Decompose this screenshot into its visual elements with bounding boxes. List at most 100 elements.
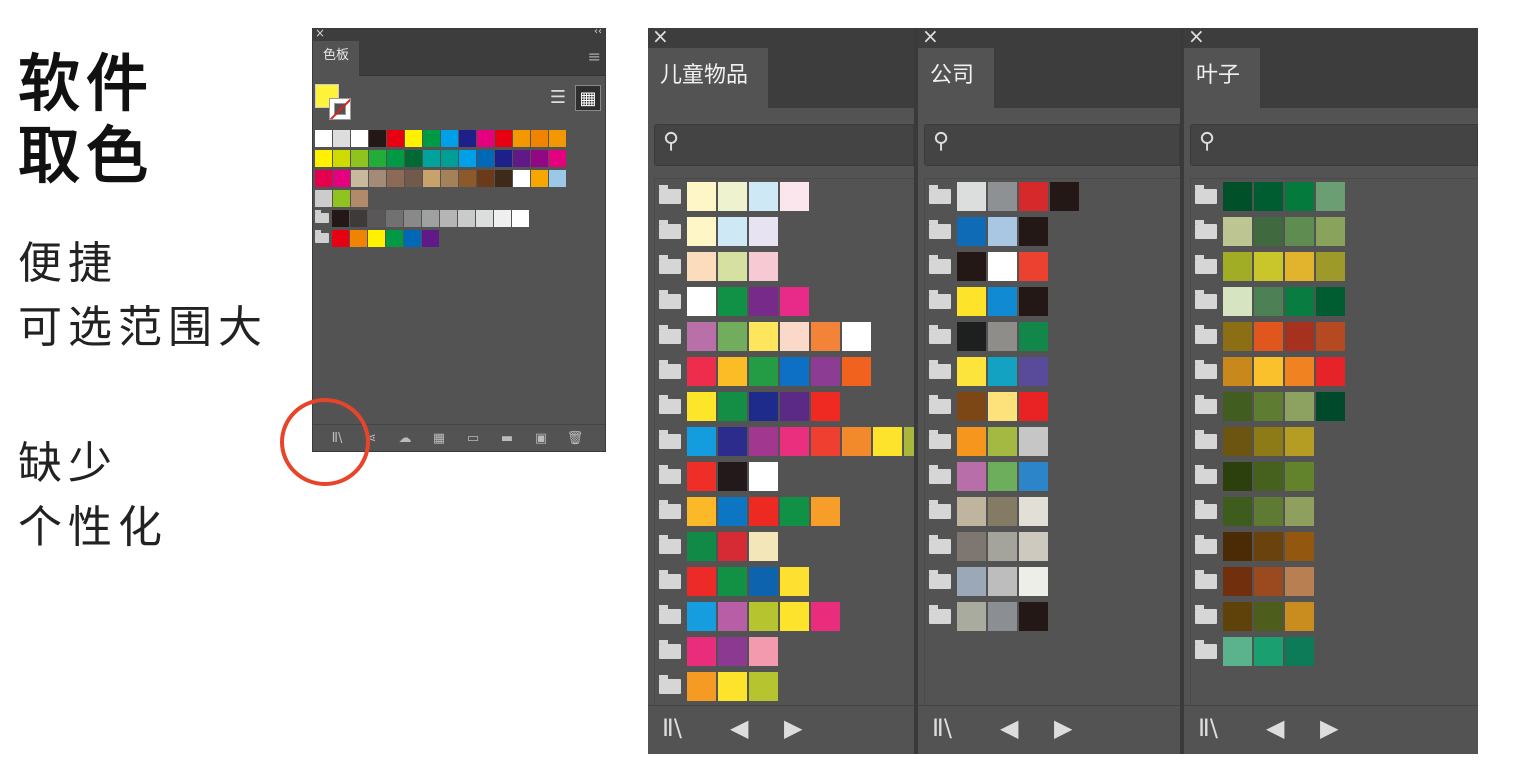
color-swatch[interactable] [1019,321,1048,351]
color-swatch[interactable] [1019,496,1048,526]
color-swatch[interactable] [957,496,986,526]
color-group[interactable] [1191,566,1316,596]
color-swatch[interactable] [749,461,778,491]
swatch[interactable] [513,149,530,167]
color-group[interactable] [1191,461,1316,491]
folder-icon[interactable] [929,429,951,449]
swatch[interactable] [350,209,367,227]
color-group[interactable] [1191,636,1316,666]
swatch[interactable] [405,169,422,187]
color-swatch[interactable] [718,356,747,386]
folder-icon[interactable] [315,210,329,223]
color-swatch[interactable] [749,251,778,281]
color-group[interactable] [655,566,811,596]
color-swatch[interactable] [1254,286,1283,316]
folder-icon[interactable] [929,254,951,274]
folder-icon[interactable] [659,674,681,694]
swatch[interactable] [350,229,367,247]
color-swatch[interactable] [1285,181,1314,211]
color-swatch[interactable] [718,251,747,281]
color-group[interactable] [655,181,811,211]
color-group[interactable] [655,601,842,631]
library-menu-icon[interactable]: Ⅱ\ [662,714,682,742]
folder-icon[interactable] [929,499,951,519]
color-swatch[interactable] [749,671,778,701]
panel-menu-icon[interactable]: ≡ [588,47,601,66]
swatch[interactable] [351,129,368,147]
color-swatch[interactable] [718,391,747,421]
folder-icon[interactable] [1195,184,1217,204]
color-swatch[interactable] [749,356,778,386]
color-swatch[interactable] [1223,286,1252,316]
folder-icon[interactable] [1195,359,1217,379]
folder-icon[interactable] [1195,569,1217,589]
swatch[interactable] [495,129,512,147]
color-group[interactable] [655,461,780,491]
color-swatch[interactable] [1019,356,1048,386]
swatch[interactable] [531,129,548,147]
color-swatch[interactable] [687,356,716,386]
close-icon[interactable]: × [652,28,669,48]
color-swatch[interactable] [988,391,1017,421]
color-group[interactable] [925,566,1050,596]
swatch[interactable] [404,209,421,227]
color-swatch[interactable] [1254,461,1283,491]
swatch[interactable] [441,149,458,167]
folder-icon[interactable] [929,534,951,554]
color-swatch[interactable] [1254,391,1283,421]
color-swatch[interactable] [1254,356,1283,386]
color-swatch[interactable] [1316,181,1345,211]
library-tab[interactable]: 叶子 [1184,48,1261,109]
color-swatch[interactable] [811,356,840,386]
color-swatch[interactable] [718,321,747,351]
next-library-icon[interactable]: ▶ [1320,714,1338,742]
swatch[interactable] [549,129,566,147]
search-input[interactable]: ⚲ [924,124,1180,166]
color-group[interactable] [925,181,1081,211]
color-group[interactable] [925,426,1050,456]
color-group[interactable] [655,356,873,386]
color-swatch[interactable] [1223,251,1252,281]
color-swatch[interactable] [1285,566,1314,596]
color-swatch[interactable] [749,601,778,631]
swatch[interactable] [440,209,457,227]
folder-icon[interactable] [1195,604,1217,624]
swatch[interactable] [459,149,476,167]
folder-icon[interactable] [1195,429,1217,449]
color-swatch[interactable] [957,286,986,316]
swatch[interactable] [441,169,458,187]
library-tab[interactable]: 儿童物品 [648,48,769,109]
color-swatch[interactable] [1316,216,1345,246]
color-swatch[interactable] [957,321,986,351]
color-group[interactable] [1191,181,1347,211]
color-group[interactable] [655,426,914,456]
color-swatch[interactable] [1254,321,1283,351]
color-swatch[interactable] [1019,286,1048,316]
color-swatch[interactable] [718,426,747,456]
collapse-icon[interactable]: ‹‹ [594,26,602,37]
previous-library-icon[interactable]: ◀ [1000,714,1018,742]
color-swatch[interactable] [1019,391,1048,421]
color-group[interactable] [655,496,842,526]
color-swatch[interactable] [687,566,716,596]
color-swatch[interactable] [687,286,716,316]
color-group[interactable] [655,391,842,421]
folder-icon[interactable] [659,429,681,449]
color-swatch[interactable] [1254,181,1283,211]
library-menu-icon[interactable]: Ⅱ\ [932,714,952,742]
color-swatch[interactable] [1285,286,1314,316]
color-swatch[interactable] [904,426,914,456]
color-swatch[interactable] [780,496,809,526]
swatch[interactable] [477,149,494,167]
color-group[interactable] [655,636,780,666]
color-group[interactable] [925,356,1050,386]
color-swatch[interactable] [1019,461,1048,491]
color-swatch[interactable] [718,286,747,316]
swatch[interactable] [351,189,368,207]
color-swatch[interactable] [1254,426,1283,456]
color-group[interactable] [925,286,1050,316]
color-swatch[interactable] [780,391,809,421]
color-group[interactable] [1191,251,1347,281]
color-swatch[interactable] [988,496,1017,526]
swatch[interactable] [459,129,476,147]
